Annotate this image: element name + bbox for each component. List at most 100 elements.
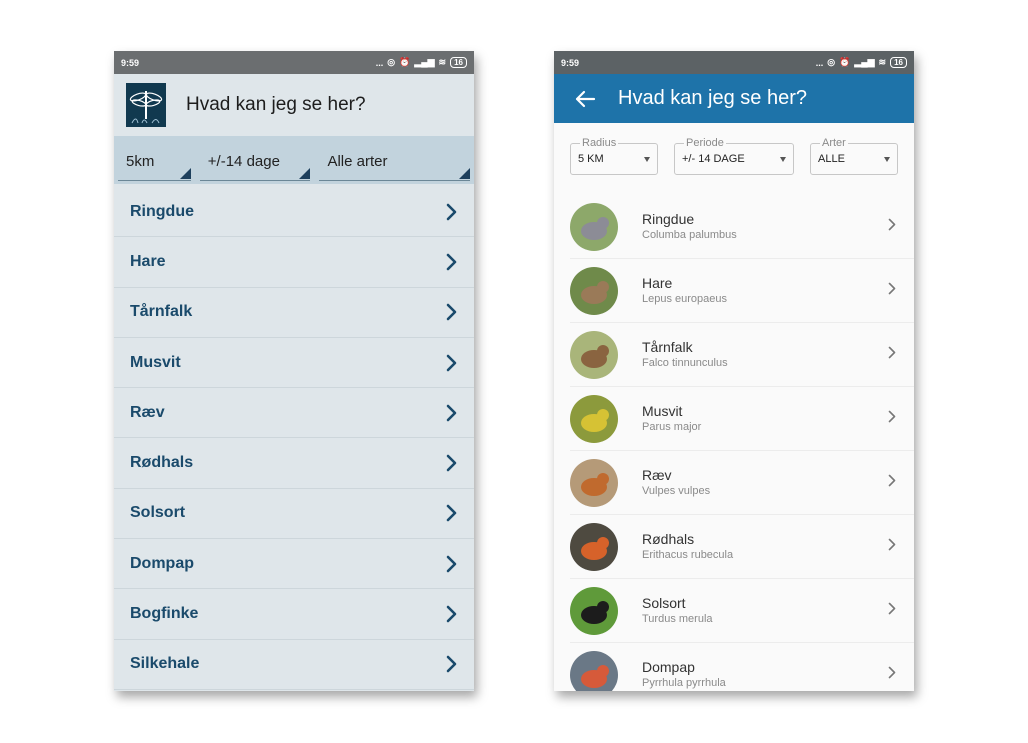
dropdown-arrow-icon xyxy=(644,157,650,162)
list-item[interactable]: Rødhals xyxy=(114,438,474,489)
status-time: 9:59 xyxy=(121,57,140,68)
more-icon: ... xyxy=(815,57,824,68)
chevron-right-icon xyxy=(888,346,896,359)
list-item[interactable]: Ræv xyxy=(114,388,474,439)
list-item[interactable]: Ringdue xyxy=(114,187,474,238)
chevron-right-icon xyxy=(888,666,896,679)
species-name: Tårnfalk xyxy=(130,303,193,321)
chevron-right-icon xyxy=(888,474,896,487)
dragonfly-logo-icon xyxy=(126,83,166,127)
signal-icon: ▂▄▆ xyxy=(414,57,435,67)
species-name: Tårnfalk xyxy=(642,338,693,355)
radius-dropdown[interactable]: 5km xyxy=(118,145,191,181)
radius-value: 5km xyxy=(126,153,155,170)
species-name: Ræv xyxy=(642,466,672,483)
list-item[interactable]: Solsort xyxy=(114,489,474,540)
species-text: Ringdue Columba palumbus xyxy=(642,211,737,243)
status-bar: 9:59 ... ◎ ⏰ ▂▄▆ ≋ 16 xyxy=(114,51,474,74)
period-value: +/-14 dage xyxy=(207,153,280,170)
phone-screen-left: 9:59 ... ◎ ⏰ ▂▄▆ ≋ 16 Hvad kan jeg se he… xyxy=(114,51,474,691)
species-text: Rødhals Erithacus rubecula xyxy=(642,531,733,563)
species-name: Bogfinke xyxy=(130,605,199,623)
species-text: Dompap Pyrrhula pyrrhula xyxy=(642,659,726,691)
status-icons: ... ◎ ⏰ ▂▄▆ ≋ 16 xyxy=(816,57,907,68)
species-photo xyxy=(570,522,618,571)
list-item[interactable]: Ringdue Columba palumbus xyxy=(570,195,914,259)
radius-select[interactable]: Radius 5 KM xyxy=(570,136,658,175)
species-name: Musvit xyxy=(642,402,683,419)
species-text: Musvit Parus major xyxy=(642,403,701,435)
species-select[interactable]: Arter ALLE xyxy=(810,136,898,175)
species-latin-name: Erithacus rubecula xyxy=(642,548,734,561)
chevron-right-icon xyxy=(446,404,457,422)
chevron-right-icon xyxy=(888,538,896,551)
chevron-right-icon xyxy=(446,253,457,271)
species-name: Solsort xyxy=(130,504,186,522)
list-item[interactable]: Ræv Vulpes vulpes xyxy=(570,451,914,515)
period-select[interactable]: Periode +/- 14 DAGE xyxy=(674,136,794,175)
list-item[interactable]: Rødhals Erithacus rubecula xyxy=(570,515,914,579)
species-dropdown[interactable]: Alle arter xyxy=(319,145,471,181)
chevron-right-icon xyxy=(446,656,457,673)
species-list: Ringdue Columba palumbus Hare Lepus europae… xyxy=(554,195,914,691)
species-list: Ringdue Hare Tårnfalk Musvit Ræv Rødhals Solso… xyxy=(114,187,474,690)
species-name: Ringdue xyxy=(642,210,695,227)
list-item[interactable]: Silkehale xyxy=(114,640,474,690)
species-latin-name: Vulpes vulpes xyxy=(642,484,711,497)
app-bar: Hvad kan jeg se her? xyxy=(554,74,914,123)
species-photo xyxy=(570,394,618,443)
wifi-icon: ≋ xyxy=(878,57,887,67)
species-name: Rødhals xyxy=(642,530,695,547)
chevron-right-icon xyxy=(446,303,457,321)
chevron-right-icon xyxy=(446,555,457,573)
species-photo xyxy=(570,202,618,251)
species-latin-name: Falco tinnunculus xyxy=(642,356,728,369)
species-latin-name: Lepus europaeus xyxy=(642,292,728,305)
battery-icon: 16 xyxy=(890,57,907,68)
list-item[interactable]: Musvit xyxy=(114,338,474,389)
dropdown-corner-icon xyxy=(299,168,311,179)
list-item[interactable]: Solsort Turdus merula xyxy=(570,579,914,643)
list-item[interactable]: Tårnfalk Falco tinnunculus xyxy=(570,323,914,387)
period-dropdown[interactable]: +/-14 dage xyxy=(199,145,311,181)
app-bar: Hvad kan jeg se her? xyxy=(114,74,474,136)
species-name: Silkehale xyxy=(130,655,200,673)
species-name: Dompap xyxy=(642,658,695,675)
species-latin-name: Parus major xyxy=(642,420,702,433)
dropdown-arrow-icon xyxy=(884,157,890,162)
list-item[interactable]: Hare Lepus europaeus xyxy=(570,259,914,323)
status-bar: 9:59 ... ◎ ⏰ ▂▄▆ ≋ 16 xyxy=(554,51,914,74)
page-title: Hvad kan jeg se her? xyxy=(186,94,366,115)
chevron-right-icon xyxy=(888,218,896,231)
list-item[interactable]: Dompap xyxy=(114,539,474,590)
more-icon: ... xyxy=(375,57,384,68)
list-item[interactable]: Bogfinke xyxy=(114,589,474,640)
alarm-icon: ⏰ xyxy=(399,57,411,67)
radius-label: Radius xyxy=(580,136,619,150)
species-text: Ræv Vulpes vulpes xyxy=(642,467,710,499)
species-photo xyxy=(570,650,618,691)
species-name: Ræv xyxy=(130,403,165,421)
species-filter-value: Alle arter xyxy=(327,153,388,170)
chevron-right-icon xyxy=(446,454,457,472)
list-item[interactable]: Musvit Parus major xyxy=(570,387,914,451)
period-label: Periode xyxy=(684,136,726,150)
location-icon: ◎ xyxy=(827,57,836,67)
species-name: Ringdue xyxy=(130,202,194,220)
chevron-right-icon xyxy=(446,354,457,371)
chevron-right-icon xyxy=(888,602,896,615)
species-text: Tårnfalk Falco tinnunculus xyxy=(642,339,728,371)
list-item[interactable]: Hare xyxy=(114,237,474,288)
species-photo xyxy=(570,586,618,635)
species-text: Solsort Turdus merula xyxy=(642,595,713,627)
list-item[interactable]: Dompap Pyrrhula pyrrhula xyxy=(570,643,914,691)
chevron-right-icon xyxy=(888,282,896,295)
dropdown-corner-icon xyxy=(179,168,191,179)
list-item[interactable]: Tårnfalk xyxy=(114,288,474,338)
signal-icon: ▂▄▆ xyxy=(854,57,875,67)
species-text: Hare Lepus europaeus xyxy=(642,275,727,307)
species-photo xyxy=(570,458,618,507)
status-time: 9:59 xyxy=(561,57,580,68)
back-arrow-icon[interactable] xyxy=(574,88,596,110)
battery-icon: 16 xyxy=(450,57,467,68)
